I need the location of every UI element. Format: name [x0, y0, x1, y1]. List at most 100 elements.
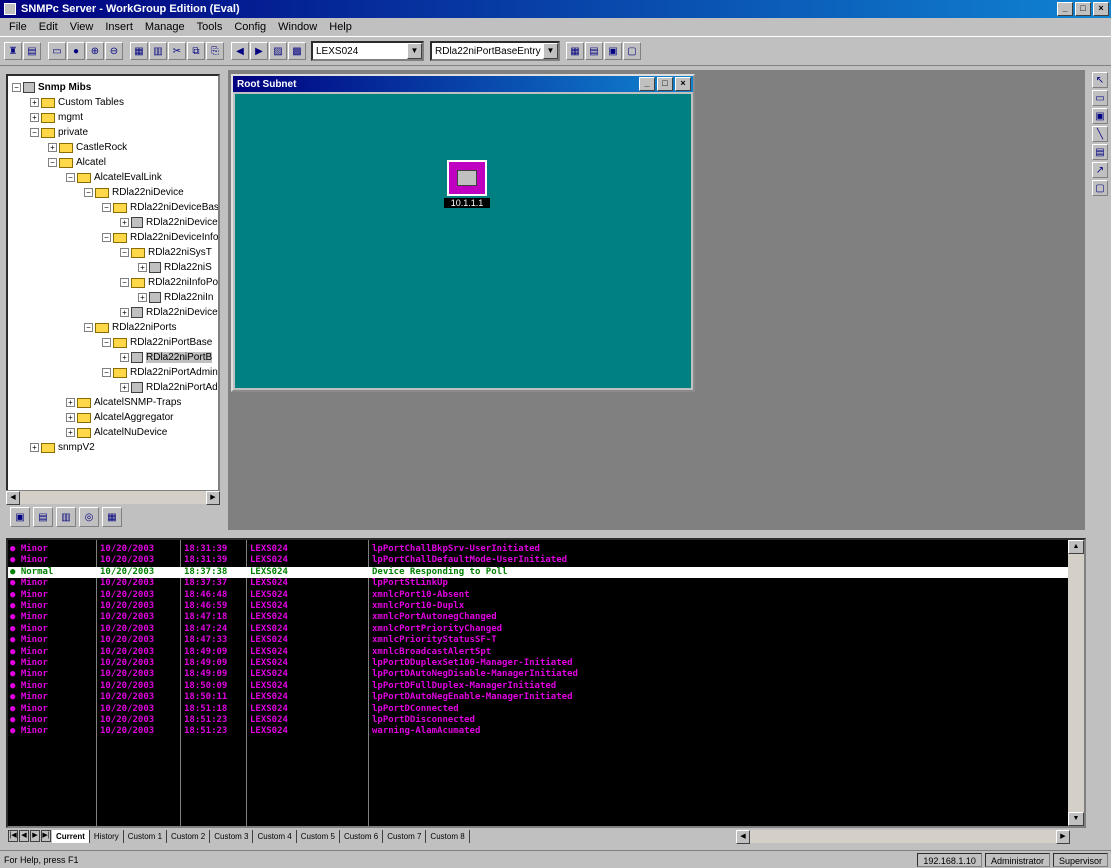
chart-icon[interactable]: ▤ [585, 42, 603, 60]
event-row[interactable]: ● Minor 10/20/2003 18:49:09 LEXS024 lpPortDA… [8, 669, 1068, 679]
tab-custom-4[interactable]: Custom 4 [253, 829, 297, 843]
menu-tools[interactable]: Tools [192, 21, 228, 33]
menu-view-icon[interactable]: ▦ [102, 507, 122, 527]
close-button[interactable]: × [1093, 2, 1109, 16]
event-row[interactable]: ● Minor 10/20/2003 18:51:23 LEXS024 warning-… [8, 726, 1068, 736]
event-row[interactable]: ● Minor 10/20/2003 18:31:39 LEXS024 lpPortCh… [8, 544, 1068, 554]
tree-node[interactable]: + snmpV2 [30, 440, 95, 455]
map-view-icon[interactable]: ▣ [10, 507, 30, 527]
menu-edit[interactable]: Edit [34, 21, 63, 33]
zoom-out-icon[interactable]: ⊖ [105, 42, 123, 60]
event-row[interactable]: ● Minor 10/20/2003 18:46:48 LEXS024 xmnlcPor… [8, 590, 1068, 600]
event-view-icon[interactable]: ◎ [79, 507, 99, 527]
scroll-down-icon[interactable]: ▼ [1068, 812, 1084, 826]
event-vscrollbar[interactable]: ▲ ▼ [1068, 540, 1084, 826]
trend-view-icon[interactable]: ▥ [56, 507, 76, 527]
chevron-down-icon[interactable]: ▼ [543, 43, 558, 59]
event-row[interactable]: ● Minor 10/20/2003 18:49:09 LEXS024 xmnlcBro… [8, 647, 1068, 657]
table-icon[interactable]: ▦ [566, 42, 584, 60]
map-canvas[interactable]: 10.1.1.1 [235, 94, 691, 388]
scroll-right-icon[interactable]: ▶ [206, 491, 220, 505]
menu-view[interactable]: View [65, 21, 99, 33]
tree-node[interactable]: − RDla22niInfoPo [120, 275, 218, 290]
forward-icon[interactable]: ▶ [250, 42, 268, 60]
arrange-icon[interactable]: ▥ [149, 42, 167, 60]
tree-node[interactable]: + RDla22niS [138, 260, 212, 275]
event-row[interactable]: ● Minor 10/20/2003 18:51:23 LEXS024 lpPortDD… [8, 715, 1068, 725]
menu-config[interactable]: Config [229, 21, 271, 33]
tree-node[interactable]: + RDla22niIn [138, 290, 213, 305]
properties-icon[interactable]: ▢ [623, 42, 641, 60]
graph-icon[interactable]: ▨ [269, 42, 287, 60]
menu-window[interactable]: Window [273, 21, 322, 33]
tab-custom-2[interactable]: Custom 2 [167, 829, 211, 843]
tree-node[interactable]: − RDla22niDeviceBase [102, 200, 218, 215]
menu-help[interactable]: Help [324, 21, 357, 33]
binoculars-icon[interactable]: ♜ [4, 42, 22, 60]
tab-custom-5[interactable]: Custom 5 [297, 829, 340, 843]
paste-icon[interactable]: ⎘ [206, 42, 224, 60]
tab-history[interactable]: History [90, 829, 124, 843]
event-hscrollbar[interactable]: ◀ ▶ [736, 830, 1070, 844]
subnet-icon[interactable]: ▣ [1092, 108, 1108, 124]
tree-node[interactable]: − RDla22niPortBase [102, 335, 212, 350]
menu-manage[interactable]: Manage [140, 21, 190, 33]
tab-custom-8[interactable]: Custom 8 [426, 829, 470, 843]
event-row[interactable]: ● Minor 10/20/2003 18:49:09 LEXS024 lpPortDD… [8, 658, 1068, 668]
goto-icon[interactable]: ↗ [1092, 162, 1108, 178]
event-log[interactable]: ● Minor 10/20/2003 18:31:39 LEXS024 lpPortCh… [6, 538, 1086, 828]
zoom-in-icon[interactable]: ⊕ [86, 42, 104, 60]
prev-tab-icon[interactable]: ◀ [19, 830, 29, 842]
maximize-button[interactable]: □ [1075, 2, 1091, 16]
tree-node-selected[interactable]: + RDla22niPortB [120, 350, 213, 365]
device-icon[interactable]: ▭ [1092, 90, 1108, 106]
stats-icon[interactable]: ▩ [288, 42, 306, 60]
tree-node[interactable]: − Alcatel [48, 155, 106, 170]
pointer-icon[interactable]: ↖ [1092, 72, 1108, 88]
tree-node[interactable]: + AlcatelSNMP-Traps [66, 395, 181, 410]
minimize-button[interactable]: _ [639, 77, 655, 91]
tree-node[interactable]: − Snmp Mibs [12, 80, 91, 95]
tree-node[interactable]: − RDla22niPortAdmin [102, 365, 218, 380]
tab-current[interactable]: Current [52, 829, 90, 843]
tree-node[interactable]: + Custom Tables [30, 95, 124, 110]
event-row[interactable]: ● Normal 10/20/2003 18:37:38 LEXS024 Device … [8, 566, 1068, 578]
tree-node[interactable]: − RDla22niPorts [84, 320, 176, 335]
tree-node[interactable]: + RDla22niPortAd [120, 380, 218, 395]
chevron-down-icon[interactable]: ▼ [407, 43, 422, 59]
window-icon[interactable]: ▣ [604, 42, 622, 60]
map-icon[interactable]: ▤ [23, 42, 41, 60]
maximize-button[interactable]: □ [657, 77, 673, 91]
tab-custom-6[interactable]: Custom 6 [340, 829, 384, 843]
event-row[interactable]: ● Minor 10/20/2003 18:31:39 LEXS024 lpPortCh… [8, 555, 1068, 565]
tree-node[interactable]: + AlcatelAggregator [66, 410, 174, 425]
network-icon[interactable]: ▤ [1092, 144, 1108, 160]
event-row[interactable]: ● Minor 10/20/2003 18:47:18 LEXS024 xmnlcPor… [8, 612, 1068, 622]
event-row[interactable]: ● Minor 10/20/2003 18:37:37 LEXS024 lpPortSt… [8, 578, 1068, 588]
tile-icon[interactable]: ▦ [130, 42, 148, 60]
event-row[interactable]: ● Minor 10/20/2003 18:50:09 LEXS024 lpPortDF… [8, 681, 1068, 691]
event-row[interactable]: ● Minor 10/20/2003 18:50:11 LEXS024 lpPortDA… [8, 692, 1068, 702]
event-row[interactable]: ● Minor 10/20/2003 18:47:33 LEXS024 xmnlcPri… [8, 635, 1068, 645]
menu-file[interactable]: File [4, 21, 32, 33]
tree-node[interactable]: + AlcatelNuDevice [66, 425, 167, 440]
event-row[interactable]: ● Minor 10/20/2003 18:46:59 LEXS024 xmnlcPor… [8, 601, 1068, 611]
mib-view-icon[interactable]: ▤ [33, 507, 53, 527]
back-icon[interactable]: ◀ [231, 42, 249, 60]
scroll-left-icon[interactable]: ◀ [6, 491, 20, 505]
tab-custom-3[interactable]: Custom 3 [210, 829, 254, 843]
event-row[interactable]: ● Minor 10/20/2003 18:51:18 LEXS024 lpPortDC… [8, 704, 1068, 714]
tree-node[interactable]: + mgmt [30, 110, 83, 125]
text-icon[interactable]: ▢ [1092, 180, 1108, 196]
tree-node[interactable]: + RDla22niDevice [120, 215, 218, 230]
tree-node[interactable]: + CastleRock [48, 140, 127, 155]
poll-icon[interactable]: ● [67, 42, 85, 60]
last-tab-icon[interactable]: ▶| [41, 830, 51, 842]
tree-scrollbar[interactable]: ◀ ▶ [6, 490, 220, 505]
close-button[interactable]: × [675, 77, 691, 91]
minimize-button[interactable]: _ [1057, 2, 1073, 16]
tree-node[interactable]: − private [30, 125, 88, 140]
scroll-up-icon[interactable]: ▲ [1068, 540, 1084, 554]
menu-insert[interactable]: Insert [100, 21, 138, 33]
tree-node[interactable]: − RDla22niDevice [84, 185, 184, 200]
